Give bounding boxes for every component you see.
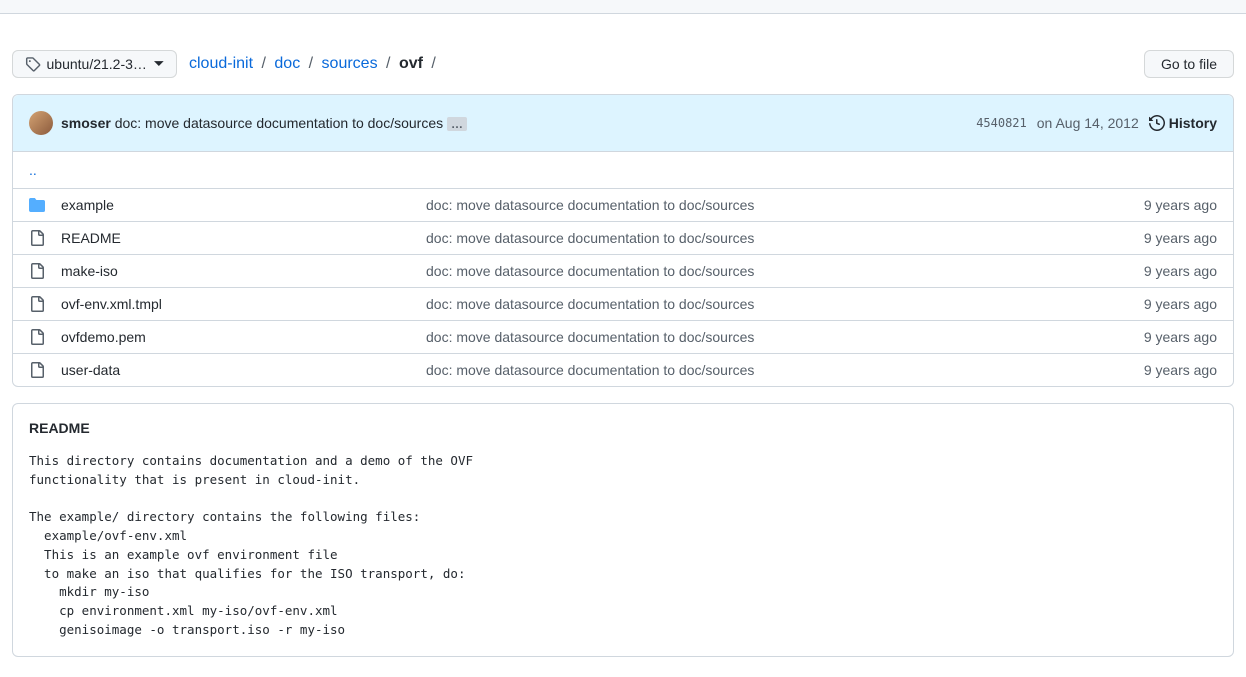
commit-date[interactable]: on Aug 14, 2012 — [1037, 115, 1139, 131]
expand-commit-button[interactable]: … — [447, 117, 467, 131]
file-row: ovfdemo.pem doc: move datasource document… — [13, 320, 1233, 353]
go-to-file-button[interactable]: Go to file — [1144, 50, 1234, 78]
history-label: History — [1169, 115, 1217, 131]
file-commit-link[interactable]: doc: move datasource documentation to do… — [426, 263, 754, 279]
latest-commit-bar: smoser doc: move datasource documentatio… — [13, 95, 1233, 152]
file-name-link[interactable]: README — [61, 230, 121, 246]
commit-author[interactable]: smoser — [61, 115, 111, 131]
breadcrumb-part[interactable]: sources — [322, 55, 378, 72]
parent-dir-link[interactable]: .. — [29, 162, 37, 178]
breadcrumb: cloud-init / doc / sources / ovf / — [189, 55, 440, 73]
folder-icon — [29, 197, 45, 213]
file-name-link[interactable]: user-data — [61, 362, 120, 378]
breadcrumb-part[interactable]: doc — [274, 55, 300, 72]
file-icon — [29, 362, 45, 378]
breadcrumb-root[interactable]: cloud-init — [189, 55, 253, 72]
file-commit-link[interactable]: doc: move datasource documentation to do… — [426, 230, 754, 246]
file-commit-link[interactable]: doc: move datasource documentation to do… — [426, 329, 754, 345]
file-age: 9 years ago — [1144, 329, 1217, 345]
history-link[interactable]: History — [1149, 115, 1217, 131]
readme-box: README This directory contains documenta… — [12, 403, 1234, 657]
file-name-link[interactable]: make-iso — [61, 263, 118, 279]
commit-message[interactable]: doc: move datasource documentation to do… — [115, 115, 443, 131]
breadcrumb-final: ovf — [399, 55, 423, 72]
file-row: example doc: move datasource documentatio… — [13, 188, 1233, 221]
tag-icon — [25, 56, 41, 72]
file-age: 9 years ago — [1144, 296, 1217, 312]
readme-title: README — [13, 404, 1233, 452]
caret-down-icon — [154, 61, 164, 67]
file-row: make-iso doc: move datasource documentati… — [13, 254, 1233, 287]
file-name-link[interactable]: example — [61, 197, 114, 213]
file-commit-link[interactable]: doc: move datasource documentation to do… — [426, 362, 754, 378]
file-name-link[interactable]: ovfdemo.pem — [61, 329, 146, 345]
top-bar — [0, 0, 1246, 14]
branch-select-button[interactable]: ubuntu/21.2-3-… — [12, 50, 177, 78]
file-icon — [29, 329, 45, 345]
avatar[interactable] — [29, 111, 53, 135]
file-name-link[interactable]: ovf-env.xml.tmpl — [61, 296, 162, 312]
file-row: README doc: move datasource documentation… — [13, 221, 1233, 254]
branch-label: ubuntu/21.2-3-… — [47, 56, 149, 72]
parent-dir-row[interactable]: .. — [13, 152, 1233, 188]
file-icon — [29, 230, 45, 246]
file-icon — [29, 263, 45, 279]
file-row: ovf-env.xml.tmpl doc: move datasource doc… — [13, 287, 1233, 320]
history-icon — [1149, 115, 1165, 131]
commit-sha[interactable]: 4540821 — [976, 116, 1027, 130]
readme-body: This directory contains documentation an… — [13, 452, 1233, 656]
file-age: 9 years ago — [1144, 362, 1217, 378]
file-age: 9 years ago — [1144, 263, 1217, 279]
file-browser: smoser doc: move datasource documentatio… — [12, 94, 1234, 387]
file-commit-link[interactable]: doc: move datasource documentation to do… — [426, 197, 754, 213]
file-row: user-data doc: move datasource documentat… — [13, 353, 1233, 386]
file-commit-link[interactable]: doc: move datasource documentation to do… — [426, 296, 754, 312]
file-age: 9 years ago — [1144, 230, 1217, 246]
file-icon — [29, 296, 45, 312]
file-age: 9 years ago — [1144, 197, 1217, 213]
